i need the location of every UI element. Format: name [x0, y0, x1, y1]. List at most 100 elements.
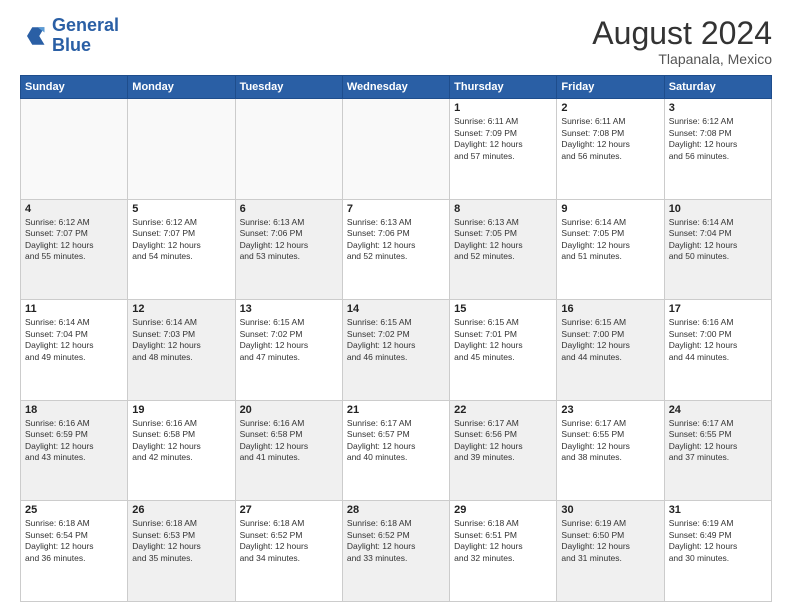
- calendar-cell: [21, 99, 128, 200]
- day-number: 5: [132, 203, 230, 215]
- cell-info: Sunrise: 6:16 AM Sunset: 6:58 PM Dayligh…: [240, 418, 338, 464]
- col-header-monday: Monday: [128, 76, 235, 99]
- cell-info: Sunrise: 6:19 AM Sunset: 6:50 PM Dayligh…: [561, 518, 659, 564]
- day-number: 22: [454, 404, 552, 416]
- calendar-cell: 20 Sunrise: 6:16 AM Sunset: 6:58 PM Dayli…: [235, 400, 342, 501]
- day-number: 19: [132, 404, 230, 416]
- calendar-cell: 10 Sunrise: 6:14 AM Sunset: 7:04 PM Dayli…: [664, 199, 771, 300]
- day-number: 4: [25, 203, 123, 215]
- cell-info: Sunrise: 6:11 AM Sunset: 7:09 PM Dayligh…: [454, 116, 552, 162]
- calendar-cell: 29 Sunrise: 6:18 AM Sunset: 6:51 PM Dayli…: [450, 501, 557, 602]
- day-number: 29: [454, 504, 552, 516]
- day-number: 11: [25, 303, 123, 315]
- calendar-cell: 7 Sunrise: 6:13 AM Sunset: 7:06 PM Daylig…: [342, 199, 449, 300]
- calendar-table: SundayMondayTuesdayWednesdayThursdayFrid…: [20, 75, 772, 602]
- page: General Blue August 2024 Tlapanala, Mexi…: [0, 0, 792, 612]
- day-number: 13: [240, 303, 338, 315]
- title-block: August 2024 Tlapanala, Mexico: [592, 16, 772, 67]
- calendar-cell: 5 Sunrise: 6:12 AM Sunset: 7:07 PM Daylig…: [128, 199, 235, 300]
- calendar-cell: 15Sunrise: 6:15 AM Sunset: 7:01 PM Dayli…: [450, 300, 557, 401]
- col-header-friday: Friday: [557, 76, 664, 99]
- calendar-cell: 11 Sunrise: 6:14 AM Sunset: 7:04 PM Dayli…: [21, 300, 128, 401]
- calendar-cell: 13 Sunrise: 6:15 AM Sunset: 7:02 PM Dayli…: [235, 300, 342, 401]
- cell-info: Sunrise: 6:14 AM Sunset: 7:04 PM Dayligh…: [669, 217, 767, 263]
- cell-info: Sunrise: 6:15 AM Sunset: 7:00 PM Dayligh…: [561, 317, 659, 363]
- cell-info: Sunrise: 6:17 AM Sunset: 6:55 PM Dayligh…: [561, 418, 659, 464]
- calendar-cell: 2 Sunrise: 6:11 AM Sunset: 7:08 PM Daylig…: [557, 99, 664, 200]
- logo-text: General Blue: [52, 16, 119, 56]
- day-number: 10: [669, 203, 767, 215]
- day-number: 31: [669, 504, 767, 516]
- day-number: 9: [561, 203, 659, 215]
- day-number: 24: [669, 404, 767, 416]
- calendar-cell: 18 Sunrise: 6:16 AM Sunset: 6:59 PM Dayli…: [21, 400, 128, 501]
- day-number: 30: [561, 504, 659, 516]
- cell-info: Sunrise: 6:18 AM Sunset: 6:54 PM Dayligh…: [25, 518, 123, 564]
- cell-info: Sunrise: 6:17 AM Sunset: 6:57 PM Dayligh…: [347, 418, 445, 464]
- calendar-cell: 3Sunrise: 6:12 AM Sunset: 7:08 PM Daylig…: [664, 99, 771, 200]
- header: General Blue August 2024 Tlapanala, Mexi…: [20, 16, 772, 67]
- day-number: 27: [240, 504, 338, 516]
- cell-info: Sunrise: 6:16 AM Sunset: 6:59 PM Dayligh…: [25, 418, 123, 464]
- day-number: 16: [561, 303, 659, 315]
- cell-info: Sunrise: 6:14 AM Sunset: 7:03 PM Dayligh…: [132, 317, 230, 363]
- calendar-cell: [342, 99, 449, 200]
- calendar-cell: 16 Sunrise: 6:15 AM Sunset: 7:00 PM Dayli…: [557, 300, 664, 401]
- logo-icon: [20, 22, 48, 50]
- cell-info: Sunrise: 6:14 AM Sunset: 7:04 PM Dayligh…: [25, 317, 123, 363]
- calendar-cell: 24 Sunrise: 6:17 AM Sunset: 6:55 PM Dayli…: [664, 400, 771, 501]
- cell-info: Sunrise: 6:13 AM Sunset: 7:06 PM Dayligh…: [240, 217, 338, 263]
- cell-info: Sunrise: 6:18 AM Sunset: 6:53 PM Dayligh…: [132, 518, 230, 564]
- cell-info: Sunrise: 6:12 AM Sunset: 7:08 PM Dayligh…: [669, 116, 767, 162]
- cell-info: Sunrise: 6:15 AM Sunset: 7:02 PM Dayligh…: [347, 317, 445, 363]
- cell-info: Sunrise: 6:18 AM Sunset: 6:52 PM Dayligh…: [347, 518, 445, 564]
- day-number: 6: [240, 203, 338, 215]
- calendar-cell: 6 Sunrise: 6:13 AM Sunset: 7:06 PM Daylig…: [235, 199, 342, 300]
- calendar-cell: 1 Sunrise: 6:11 AM Sunset: 7:09 PM Daylig…: [450, 99, 557, 200]
- cell-info: Sunrise: 6:16 AM Sunset: 7:00 PM Dayligh…: [669, 317, 767, 363]
- col-header-wednesday: Wednesday: [342, 76, 449, 99]
- day-number: 21: [347, 404, 445, 416]
- col-header-thursday: Thursday: [450, 76, 557, 99]
- cell-info: Sunrise: 6:12 AM Sunset: 7:07 PM Dayligh…: [132, 217, 230, 263]
- day-number: 28: [347, 504, 445, 516]
- calendar-cell: 19 Sunrise: 6:16 AM Sunset: 6:58 PM Dayli…: [128, 400, 235, 501]
- cell-info: Sunrise: 6:13 AM Sunset: 7:05 PM Dayligh…: [454, 217, 552, 263]
- day-number: 26: [132, 504, 230, 516]
- calendar-cell: [128, 99, 235, 200]
- cell-info: Sunrise: 6:17 AM Sunset: 6:55 PM Dayligh…: [669, 418, 767, 464]
- cell-info: Sunrise: 6:13 AM Sunset: 7:06 PM Dayligh…: [347, 217, 445, 263]
- calendar-cell: 14 Sunrise: 6:15 AM Sunset: 7:02 PM Dayli…: [342, 300, 449, 401]
- day-number: 14: [347, 303, 445, 315]
- day-number: 20: [240, 404, 338, 416]
- day-number: 15: [454, 303, 552, 315]
- cell-info: Sunrise: 6:18 AM Sunset: 6:52 PM Dayligh…: [240, 518, 338, 564]
- cell-info: Sunrise: 6:15 AM Sunset: 7:02 PM Dayligh…: [240, 317, 338, 363]
- day-number: 8: [454, 203, 552, 215]
- cell-info: Sunrise: 6:17 AM Sunset: 6:56 PM Dayligh…: [454, 418, 552, 464]
- cell-info: Sunrise: 6:16 AM Sunset: 6:58 PM Dayligh…: [132, 418, 230, 464]
- day-number: 17: [669, 303, 767, 315]
- cell-info: Sunrise: 6:12 AM Sunset: 7:07 PM Dayligh…: [25, 217, 123, 263]
- cell-info: Sunrise: 6:18 AM Sunset: 6:51 PM Dayligh…: [454, 518, 552, 564]
- calendar-cell: 12Sunrise: 6:14 AM Sunset: 7:03 PM Dayli…: [128, 300, 235, 401]
- calendar-header-row: SundayMondayTuesdayWednesdayThursdayFrid…: [21, 76, 772, 99]
- day-number: 1: [454, 102, 552, 114]
- week-row-1: 1 Sunrise: 6:11 AM Sunset: 7:09 PM Daylig…: [21, 99, 772, 200]
- day-number: 18: [25, 404, 123, 416]
- col-header-saturday: Saturday: [664, 76, 771, 99]
- calendar-cell: 22 Sunrise: 6:17 AM Sunset: 6:56 PM Dayli…: [450, 400, 557, 501]
- week-row-2: 4 Sunrise: 6:12 AM Sunset: 7:07 PM Daylig…: [21, 199, 772, 300]
- cell-info: Sunrise: 6:11 AM Sunset: 7:08 PM Dayligh…: [561, 116, 659, 162]
- day-number: 2: [561, 102, 659, 114]
- cell-info: Sunrise: 6:14 AM Sunset: 7:05 PM Dayligh…: [561, 217, 659, 263]
- calendar-cell: 17 Sunrise: 6:16 AM Sunset: 7:00 PM Dayli…: [664, 300, 771, 401]
- day-number: 23: [561, 404, 659, 416]
- logo: General Blue: [20, 16, 119, 56]
- day-number: 25: [25, 504, 123, 516]
- calendar-cell: 8 Sunrise: 6:13 AM Sunset: 7:05 PM Daylig…: [450, 199, 557, 300]
- week-row-4: 18 Sunrise: 6:16 AM Sunset: 6:59 PM Dayli…: [21, 400, 772, 501]
- cell-info: Sunrise: 6:19 AM Sunset: 6:49 PM Dayligh…: [669, 518, 767, 564]
- day-number: 7: [347, 203, 445, 215]
- location: Tlapanala, Mexico: [592, 51, 772, 67]
